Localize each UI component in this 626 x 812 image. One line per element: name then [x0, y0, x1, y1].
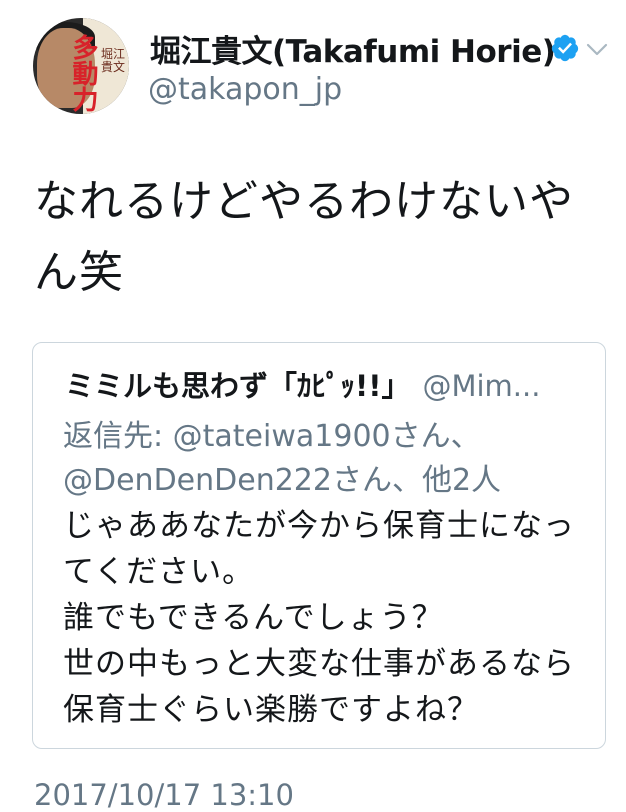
author-display-name[interactable]: 堀江貴文(Takafumi Horie) — [150, 26, 556, 71]
avatar-red-text: 多動力 — [68, 34, 98, 112]
verified-badge-icon — [551, 34, 579, 62]
quoted-author-name: ミミルも思わず「ｶﾋﾟｯ!!」 — [65, 369, 411, 403]
quoted-author-handle: @Mim... — [422, 369, 541, 403]
reply-to-line: 返信先: @tateiwa1900さん、@DenDenDen222さん、他2人 — [63, 419, 502, 498]
author-handle[interactable]: @takapon_jp — [148, 72, 342, 107]
quoted-tweet-header: ミミルも思わず「ｶﾋﾟｯ!!」 @Mim... — [65, 363, 540, 405]
chevron-down-icon[interactable] — [585, 40, 609, 60]
tweet-timestamp[interactable]: 2017/10/17 13:10 — [34, 778, 294, 812]
avatar-small-text: 堀江 貴文 — [101, 47, 126, 74]
author-avatar[interactable]: 多動力 堀江 貴文 — [33, 18, 129, 114]
quoted-tweet-card[interactable]: ミミルも思わず「ｶﾋﾟｯ!!」 @Mim... 返信先: @tateiwa1900… — [32, 342, 606, 749]
tweet-text: なれるけどやるわけないやん笑 — [34, 176, 574, 298]
quoted-tweet-text: じゃああなたが今から保育士になってください。 誰でもできるんでしょう？ 世の中も… — [63, 508, 575, 728]
